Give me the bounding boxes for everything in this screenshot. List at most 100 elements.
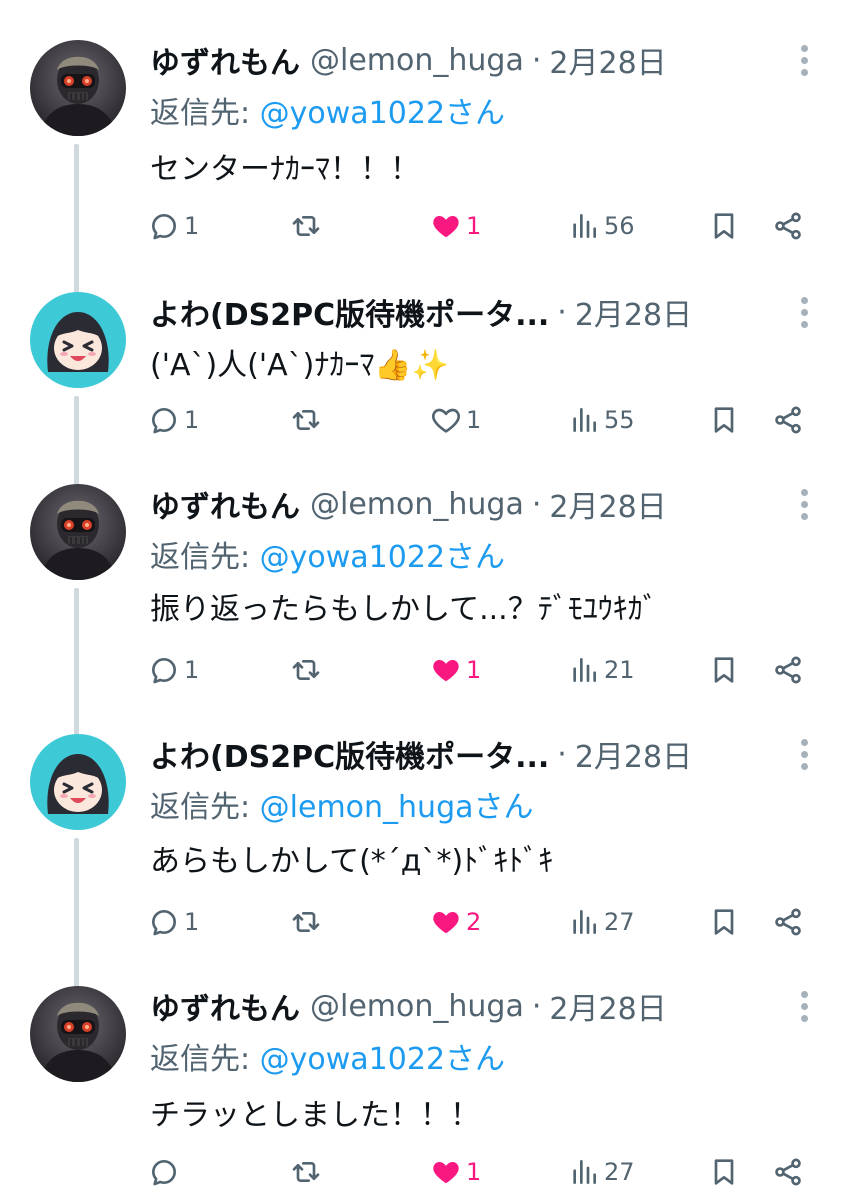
avatar[interactable]: [30, 292, 126, 388]
reply-to-mention[interactable]: @yowa1022さん: [260, 96, 505, 131]
tweet-actions: 1 1 21: [148, 648, 812, 692]
retweet-button[interactable]: [290, 398, 326, 442]
tweet[interactable]: ゆずれもん @lemon_huga · 2月28日 返信先: @yowa1022…: [0, 482, 852, 738]
like-button[interactable]: 1: [430, 398, 481, 442]
retweet-arrows-icon: [290, 654, 322, 686]
share-button[interactable]: [772, 648, 804, 692]
views-button[interactable]: 21: [568, 648, 635, 692]
views-button[interactable]: 27: [568, 1150, 635, 1194]
tweet-header: ゆずれもん @lemon_huga · 2月28日: [150, 482, 667, 526]
tweet[interactable]: よわ(DS2PC版待機ポータ... · 2月28日 ('A`)人('A`)ﾅｶｰ…: [0, 290, 852, 490]
more-options-icon[interactable]: [796, 294, 812, 330]
thread-connector-line: [74, 144, 79, 314]
tweet-text: センターﾅｶｰﾏ！！！: [150, 152, 420, 187]
like-button[interactable]: 1: [430, 648, 481, 692]
user-handle[interactable]: @lemon_huga: [310, 487, 524, 522]
bookmark-icon: [708, 654, 740, 686]
tweet-header: ゆずれもん @lemon_huga · 2月28日: [150, 984, 667, 1028]
reply-button[interactable]: 1: [148, 398, 199, 442]
like-button[interactable]: 2: [430, 900, 481, 944]
display-name[interactable]: よわ(DS2PC版待機ポータ...: [150, 290, 549, 334]
tweet-date[interactable]: 2月28日: [575, 290, 692, 334]
display-name[interactable]: ゆずれもん: [150, 38, 300, 82]
tweet-actions: 1 2 27: [148, 900, 812, 944]
view-count: 55: [604, 406, 635, 434]
reply-to-mention[interactable]: @yowa1022さん: [260, 540, 505, 575]
retweet-button[interactable]: [290, 900, 326, 944]
tweet[interactable]: ゆずれもん @lemon_huga · 2月28日 返信先: @yowa1022…: [0, 38, 852, 314]
heart-icon: [430, 404, 462, 436]
reply-count: 1: [184, 908, 200, 936]
separator-dot: ·: [531, 42, 542, 78]
bookmark-button[interactable]: [708, 900, 740, 944]
reply-button[interactable]: 1: [148, 900, 199, 944]
bookmark-button[interactable]: [708, 1150, 740, 1194]
like-button[interactable]: 1: [430, 1150, 481, 1194]
tweet-date[interactable]: 2月28日: [549, 984, 666, 1028]
tweet-text: チラッとしました！！！: [150, 1098, 480, 1133]
tweet-header: ゆずれもん @lemon_huga · 2月28日: [150, 38, 667, 82]
retweet-button[interactable]: [290, 1150, 326, 1194]
tweet[interactable]: ゆずれもん @lemon_huga · 2月28日 返信先: @yowa1022…: [0, 984, 852, 1200]
speech-bubble-icon: [148, 1156, 180, 1188]
more-options-icon[interactable]: [796, 486, 812, 522]
separator-dot: ·: [531, 486, 542, 522]
reply-button[interactable]: 1: [148, 204, 199, 248]
view-count: 27: [604, 908, 635, 936]
reply-button[interactable]: 1: [148, 648, 199, 692]
heart-icon: [430, 210, 462, 242]
avatar[interactable]: [30, 40, 126, 136]
avatar[interactable]: [30, 734, 126, 830]
speech-bubble-icon: [148, 654, 180, 686]
display-name[interactable]: よわ(DS2PC版待機ポータ...: [150, 732, 549, 776]
reply-count: 1: [184, 656, 200, 684]
share-button[interactable]: [772, 204, 804, 248]
like-button[interactable]: 1: [430, 204, 481, 248]
views-button[interactable]: 55: [568, 398, 635, 442]
tweet-actions: 1 1 56: [148, 204, 812, 248]
bar-chart-icon: [568, 654, 600, 686]
thread-connector-line: [74, 396, 79, 486]
display-name[interactable]: ゆずれもん: [150, 482, 300, 526]
more-options-icon[interactable]: [796, 42, 812, 78]
bar-chart-icon: [568, 1156, 600, 1188]
more-options-icon[interactable]: [796, 736, 812, 772]
share-icon: [772, 906, 804, 938]
share-icon: [772, 654, 804, 686]
share-button[interactable]: [772, 398, 804, 442]
tweet-date[interactable]: 2月28日: [575, 732, 692, 776]
share-icon: [772, 1156, 804, 1188]
avatar[interactable]: [30, 484, 126, 580]
retweet-arrows-icon: [290, 1156, 322, 1188]
reply-count: 1: [184, 406, 200, 434]
share-button[interactable]: [772, 1150, 804, 1194]
share-button[interactable]: [772, 900, 804, 944]
reply-to-line: 返信先: @lemon_hugaさん: [150, 782, 534, 826]
share-icon: [772, 210, 804, 242]
bar-chart-icon: [568, 404, 600, 436]
tweet-date[interactable]: 2月28日: [549, 38, 666, 82]
bookmark-button[interactable]: [708, 204, 740, 248]
more-options-icon[interactable]: [796, 988, 812, 1024]
reply-to-mention[interactable]: @yowa1022さん: [260, 1042, 505, 1077]
display-name[interactable]: ゆずれもん: [150, 984, 300, 1028]
bookmark-button[interactable]: [708, 398, 740, 442]
like-count: 2: [466, 908, 482, 936]
user-handle[interactable]: @lemon_huga: [310, 989, 524, 1024]
tweet[interactable]: よわ(DS2PC版待機ポータ... · 2月28日 返信先: @lemon_hu…: [0, 732, 852, 988]
like-count: 1: [466, 1158, 482, 1186]
retweet-button[interactable]: [290, 648, 326, 692]
retweet-arrows-icon: [290, 404, 322, 436]
avatar[interactable]: [30, 986, 126, 1082]
views-button[interactable]: 56: [568, 204, 635, 248]
bookmark-button[interactable]: [708, 648, 740, 692]
views-button[interactable]: 27: [568, 900, 635, 944]
reply-button[interactable]: [148, 1150, 184, 1194]
reply-to-mention[interactable]: @lemon_hugaさん: [260, 790, 534, 825]
bookmark-icon: [708, 404, 740, 436]
bar-chart-icon: [568, 906, 600, 938]
tweet-text: 振り返ったらもしかして...？ﾃﾞﾓﾕｳｷｶﾞ: [150, 592, 658, 627]
tweet-date[interactable]: 2月28日: [549, 482, 666, 526]
retweet-button[interactable]: [290, 204, 326, 248]
user-handle[interactable]: @lemon_huga: [310, 43, 524, 78]
